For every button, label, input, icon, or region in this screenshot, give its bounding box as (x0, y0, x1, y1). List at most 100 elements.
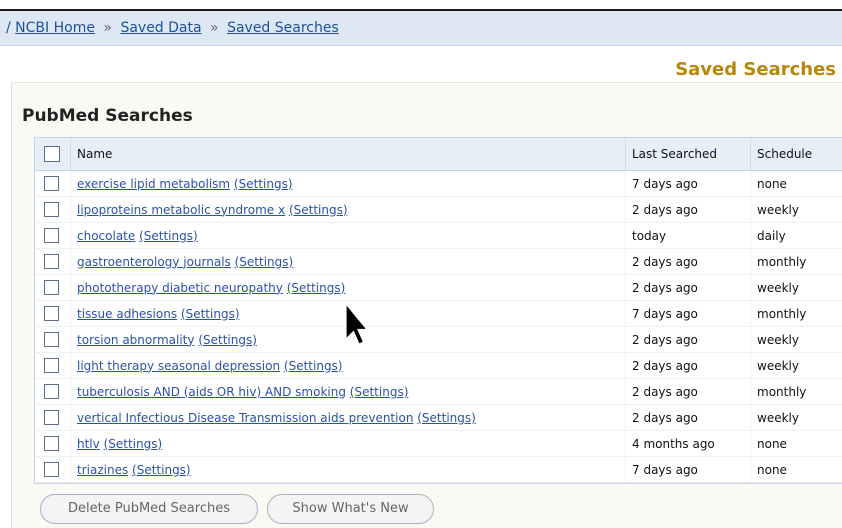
row-checkbox[interactable] (44, 462, 59, 477)
row-checkbox-cell (35, 353, 71, 379)
breadcrumb-ncbi-home[interactable]: NCBI Home (15, 20, 95, 36)
row-checkbox[interactable] (44, 436, 59, 451)
search-name-link[interactable]: torsion abnormality (77, 333, 195, 347)
schedule-cell: weekly (751, 197, 842, 223)
settings-link[interactable]: (Settings) (132, 463, 191, 477)
settings-link[interactable]: (Settings) (234, 177, 293, 191)
search-name-link[interactable]: triazines (77, 463, 128, 477)
settings-link[interactable]: (Settings) (235, 255, 294, 269)
schedule-cell: weekly (751, 275, 842, 301)
search-name-cell: lipoproteins metabolic syndrome x (Setti… (71, 197, 626, 223)
last-searched-cell: 2 days ago (626, 275, 751, 301)
search-name-cell: phototherapy diabetic neuropathy (Settin… (71, 275, 626, 301)
row-checkbox-cell (35, 379, 71, 405)
table-row: lipoproteins metabolic syndrome x (Setti… (35, 197, 842, 223)
row-checkbox-cell (35, 327, 71, 353)
last-searched-cell: 2 days ago (626, 405, 751, 431)
select-all-cell (35, 138, 71, 171)
table-row: triazines (Settings) 7 days agonone (35, 457, 842, 483)
last-searched-cell: 2 days ago (626, 353, 751, 379)
search-name-link[interactable]: phototherapy diabetic neuropathy (77, 281, 283, 295)
row-checkbox-cell (35, 405, 71, 431)
mouse-pointer-icon (344, 303, 368, 347)
search-name-link[interactable]: exercise lipid metabolism (77, 177, 230, 191)
search-name-link[interactable]: chocolate (77, 229, 135, 243)
settings-link[interactable]: (Settings) (284, 359, 343, 373)
column-header-name[interactable]: Name (71, 138, 626, 171)
schedule-cell: none (751, 457, 842, 483)
table-row: vertical Infectious Disease Transmission… (35, 405, 842, 431)
section-title: PubMed Searches (22, 106, 193, 126)
schedule-cell: weekly (751, 353, 842, 379)
page-title: Saved Searches (675, 59, 836, 80)
settings-link[interactable]: (Settings) (350, 385, 409, 399)
schedule-cell: none (751, 171, 842, 197)
row-checkbox[interactable] (44, 358, 59, 373)
search-name-cell: light therapy seasonal depression (Setti… (71, 353, 626, 379)
table-row: gastroenterology journals (Settings) 2 da… (35, 249, 842, 275)
search-name-link[interactable]: lipoproteins metabolic syndrome x (77, 203, 285, 217)
row-checkbox[interactable] (44, 410, 59, 425)
search-name-cell: chocolate (Settings) (71, 223, 626, 249)
show-whats-new-button[interactable]: Show What's New (267, 494, 434, 524)
delete-pubmed-searches-button[interactable]: Delete PubMed Searches (40, 494, 258, 524)
column-header-last-searched[interactable]: Last Searched (626, 138, 751, 171)
row-checkbox[interactable] (44, 254, 59, 269)
table-row: tissue adhesions (Settings) 7 days agomon… (35, 301, 842, 327)
row-checkbox[interactable] (44, 228, 59, 243)
search-name-link[interactable]: vertical Infectious Disease Transmission… (77, 411, 413, 425)
schedule-cell: weekly (751, 405, 842, 431)
schedule-cell: none (751, 431, 842, 457)
column-header-schedule[interactable]: Schedule (751, 138, 842, 171)
settings-link[interactable]: (Settings) (104, 437, 163, 451)
row-checkbox[interactable] (44, 176, 59, 191)
breadcrumb-saved-searches[interactable]: Saved Searches (227, 20, 339, 36)
breadcrumb-separator: » (103, 20, 112, 36)
schedule-cell: daily (751, 223, 842, 249)
table-row: chocolate (Settings)todaydaily (35, 223, 842, 249)
settings-link[interactable]: (Settings) (417, 411, 476, 425)
breadcrumb-saved-data[interactable]: Saved Data (120, 20, 201, 36)
last-searched-cell: 2 days ago (626, 327, 751, 353)
row-checkbox[interactable] (44, 202, 59, 217)
search-name-link[interactable]: tuberculosis AND (aids OR hiv) AND smoki… (77, 385, 346, 399)
last-searched-cell: 2 days ago (626, 197, 751, 223)
search-name-link[interactable]: gastroenterology journals (77, 255, 231, 269)
last-searched-cell: today (626, 223, 751, 249)
row-checkbox[interactable] (44, 332, 59, 347)
last-searched-cell: 7 days ago (626, 301, 751, 327)
schedule-cell: monthly (751, 249, 842, 275)
search-name-cell: htlv (Settings) (71, 431, 626, 457)
row-checkbox[interactable] (44, 306, 59, 321)
search-name-cell: tuberculosis AND (aids OR hiv) AND smoki… (71, 379, 626, 405)
row-checkbox[interactable] (44, 280, 59, 295)
search-name-link[interactable]: htlv (77, 437, 100, 451)
table-row: exercise lipid metabolism (Settings)7 da… (35, 171, 842, 197)
table-row: tuberculosis AND (aids OR hiv) AND smoki… (35, 379, 842, 405)
last-searched-cell: 2 days ago (626, 249, 751, 275)
row-checkbox-cell (35, 457, 71, 483)
schedule-cell: monthly (751, 379, 842, 405)
search-name-link[interactable]: light therapy seasonal depression (77, 359, 280, 373)
search-name-link[interactable]: tissue adhesions (77, 307, 177, 321)
search-name-cell: vertical Infectious Disease Transmission… (71, 405, 626, 431)
row-checkbox-cell (35, 197, 71, 223)
row-checkbox[interactable] (44, 384, 59, 399)
row-checkbox-cell (35, 275, 71, 301)
schedule-cell: monthly (751, 301, 842, 327)
select-all-checkbox[interactable] (44, 146, 60, 162)
table-row: htlv (Settings)4 months agonone (35, 431, 842, 457)
settings-link[interactable]: (Settings) (198, 333, 257, 347)
breadcrumb-bar: / NCBI Home » Saved Data » Saved Searche… (0, 11, 842, 46)
row-checkbox-cell (35, 223, 71, 249)
breadcrumb-separator: » (210, 20, 219, 36)
settings-link[interactable]: (Settings) (181, 307, 240, 321)
settings-link[interactable]: (Settings) (289, 203, 348, 217)
table-row: torsion abnormality (Settings) 2 days ago… (35, 327, 842, 353)
settings-link[interactable]: (Settings) (287, 281, 346, 295)
row-checkbox-cell (35, 431, 71, 457)
settings-link[interactable]: (Settings) (139, 229, 198, 243)
last-searched-cell: 7 days ago (626, 457, 751, 483)
saved-searches-table: Name Last Searched Schedule exercise lip… (34, 137, 842, 484)
last-searched-cell: 4 months ago (626, 431, 751, 457)
